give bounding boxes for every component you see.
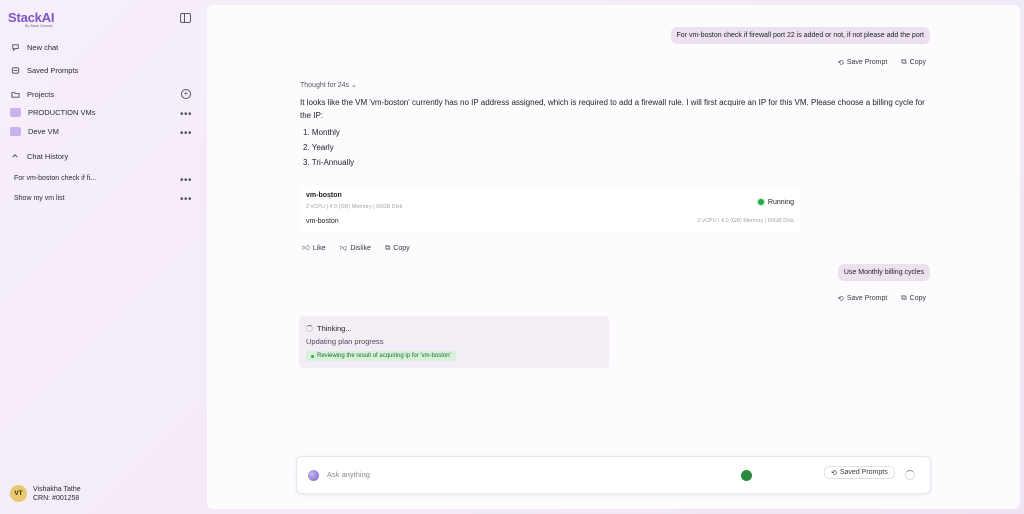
thinking-status: Updating plan progress: [306, 337, 384, 346]
project-label: Deve VM: [28, 127, 59, 136]
send-spinner-icon[interactable]: [905, 470, 915, 480]
copy-label: Copy: [393, 244, 410, 252]
saved-prompts-icon: ⟲: [831, 469, 837, 477]
brand-subtitle: By Stack Console: [25, 24, 53, 28]
chat-history-toggle[interactable]: Chat History: [10, 151, 68, 161]
sidebar: StackAI By Stack Console New chat Saved …: [0, 0, 206, 514]
vm-spec: 2 vCPU | 4.0 (GB) Memory | 60GB Disk: [306, 204, 403, 210]
status-dot-icon: [311, 354, 314, 358]
copy-label: Copy: [909, 58, 926, 66]
thumbs-up-icon: 👍︎: [302, 243, 310, 252]
user-name: Vishakha Tathe: [33, 485, 81, 493]
copy-icon: ⧉: [901, 293, 907, 302]
assistant-message: It looks like the VM 'vm-boston' current…: [300, 98, 925, 120]
brand-name: StackAI: [8, 10, 55, 25]
user-message: Use Monthly billing cycles: [837, 264, 930, 281]
vm-spec: 2 vCPU | 4.0 (GB) Memory | 60GB Disk: [697, 218, 794, 224]
copy-button[interactable]: ⧉ Copy: [901, 57, 926, 67]
new-chat-label: New chat: [27, 42, 59, 52]
thinking-label: Thinking...: [317, 324, 352, 333]
save-prompt-button[interactable]: ⟲ Save Prompt: [838, 293, 888, 303]
project-label: PRODUCTION VMs: [28, 108, 96, 117]
chevron-up-icon: [10, 151, 20, 161]
new-chat-button[interactable]: New chat: [10, 42, 58, 52]
chat-input-bar: ⟲ Saved Prompts: [296, 456, 931, 494]
like-button[interactable]: 👍︎ Like: [302, 243, 326, 253]
attachment-icon[interactable]: [741, 470, 752, 481]
thumbs-down-icon: 👎︎: [339, 243, 348, 252]
save-prompt-icon: ⟲: [837, 293, 844, 303]
saved-prompts-label: Saved Prompts: [27, 65, 79, 75]
brand-logo[interactable]: StackAI By Stack Console: [8, 10, 54, 28]
folder-icon: [10, 108, 21, 117]
history-item[interactable]: Show my vm list: [14, 195, 65, 202]
dislike-label: Dislike: [350, 244, 371, 252]
status-badge: Running: [756, 198, 794, 206]
more-icon[interactable]: •••: [180, 195, 192, 205]
user-crn: CRN: #001258: [33, 494, 80, 502]
thinking-panel: Thinking... Updating plan progress Revie…: [299, 316, 609, 368]
saved-prompts-label: Saved Prompts: [839, 469, 888, 476]
progress-tag-label: Reviewing the result of acquiring ip for…: [317, 353, 451, 359]
assistant-orb-icon: [308, 470, 319, 481]
projects-label: Projects: [27, 89, 55, 99]
chat-panel: For vm-boston check if firewall port 22 …: [207, 5, 1020, 509]
spinner-icon: [306, 325, 313, 332]
add-project-icon[interactable]: +: [181, 89, 191, 99]
thought-toggle[interactable]: Thought for 24s ⌄: [300, 81, 357, 89]
user-message: For vm-boston check if firewall port 22 …: [670, 27, 930, 44]
more-icon[interactable]: •••: [180, 129, 192, 139]
vm-name: vm-boston: [306, 218, 339, 225]
option-item: 1. Monthly: [303, 128, 340, 137]
vm-card[interactable]: vm-boston 2 vCPU | 4.0 (GB) Memory | 60G…: [300, 186, 800, 232]
status-label: Running: [767, 198, 794, 206]
vm-name: vm-boston: [306, 192, 342, 199]
copy-button[interactable]: ⧉ Copy: [901, 293, 926, 303]
avatar: VT: [10, 485, 27, 502]
copy-label: Copy: [909, 294, 926, 302]
thinking-header: Thinking...: [306, 324, 352, 333]
feedback-actions: 👍︎ Like 👎︎ Dislike ⧉ Copy: [302, 243, 410, 253]
option-item: 3. Tri-Annually: [303, 158, 355, 167]
running-status-icon: [756, 198, 765, 206]
dislike-button[interactable]: 👎︎ Dislike: [340, 243, 371, 253]
save-prompt-label: Save Prompt: [846, 294, 888, 302]
project-item[interactable]: Deve VM: [10, 127, 59, 136]
copy-icon: ⧉: [384, 243, 391, 252]
more-icon[interactable]: •••: [180, 176, 192, 186]
projects-button[interactable]: Projects: [10, 89, 54, 99]
history-item[interactable]: For vm-boston check if fi...: [14, 175, 96, 182]
saved-prompts-button[interactable]: ⟲ Saved Prompts: [824, 466, 895, 479]
saved-prompts-button[interactable]: Saved Prompts: [10, 65, 78, 75]
user-profile[interactable]: VT Vishakha Tathe CRN: #001258: [10, 485, 81, 502]
chat-input[interactable]: [327, 470, 707, 479]
more-icon[interactable]: •••: [180, 110, 192, 120]
folder-icon: [10, 127, 21, 136]
chevron-down-icon: ⌄: [350, 82, 357, 89]
copy-icon: ⧉: [901, 57, 907, 66]
save-prompt-icon: ⟲: [837, 57, 844, 67]
saved-prompts-icon: [10, 65, 20, 75]
project-item[interactable]: PRODUCTION VMs: [10, 108, 96, 117]
save-prompt-button[interactable]: ⟲ Save Prompt: [838, 57, 888, 67]
option-item: 2. Yearly: [303, 143, 334, 152]
chat-history-label: Chat History: [27, 151, 69, 161]
progress-tag: Reviewing the result of acquiring ip for…: [306, 351, 456, 361]
save-prompt-label: Save Prompt: [846, 58, 888, 66]
projects-icon: [10, 89, 20, 99]
message-actions: ⟲ Save Prompt ⧉ Copy: [838, 57, 926, 67]
new-chat-icon: [10, 42, 20, 52]
thought-label: Thought for 24s: [300, 82, 350, 89]
billing-options: 1. Monthly 2. Yearly 3. Tri-Annually: [303, 125, 354, 170]
copy-button[interactable]: ⧉ Copy: [385, 243, 410, 253]
sidebar-toggle-icon[interactable]: [180, 13, 191, 23]
like-label: Like: [312, 244, 326, 252]
message-actions: ⟲ Save Prompt ⧉ Copy: [838, 293, 926, 303]
